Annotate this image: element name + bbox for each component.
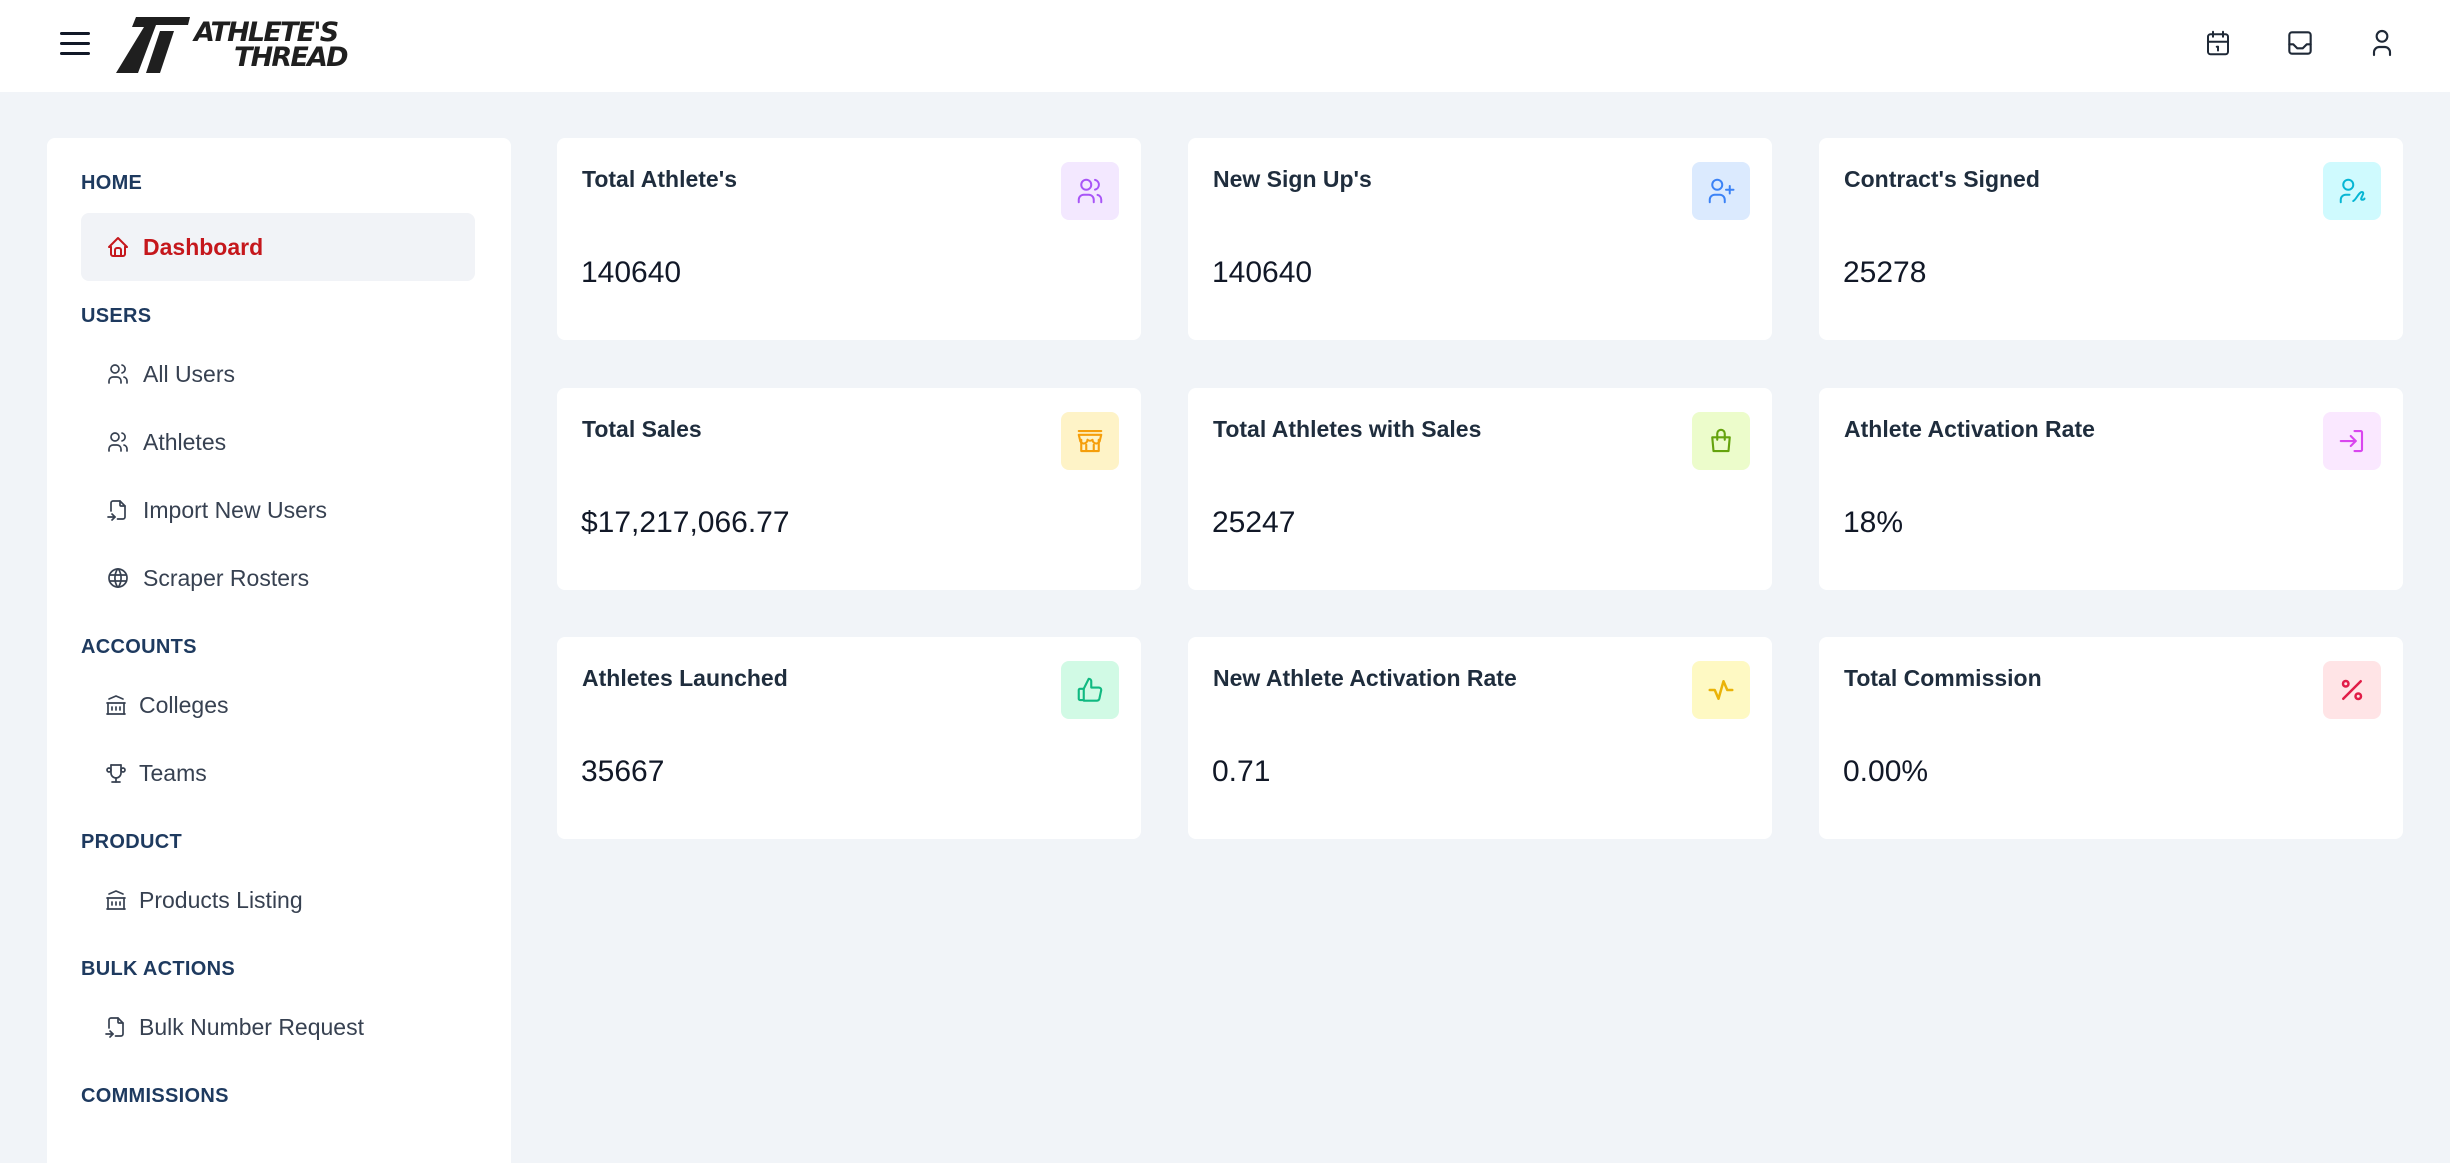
sidebar-item-label: Teams — [139, 759, 207, 786]
user-icon[interactable] — [2364, 25, 2400, 61]
logo-text: ATHLETE'S THREAD — [194, 17, 349, 73]
trophy-icon — [103, 760, 129, 786]
card-title: New Sign Up's — [1213, 166, 1372, 192]
card-title: Total Athlete's — [582, 166, 737, 192]
card-title: Total Commission — [1844, 665, 2042, 691]
card-value: 25278 — [1843, 256, 1927, 289]
card-value: 140640 — [581, 256, 682, 289]
sidebar-item-athletes[interactable]: Athletes — [81, 408, 475, 476]
sidebar: HOME Dashboard USERS All Users Athletes … — [47, 138, 511, 1163]
user-plus-icon — [1692, 162, 1750, 220]
section-title-commissions: COMMISSIONS — [81, 1085, 229, 1107]
top-header: ATHLETE'S THREAD — [0, 0, 2450, 92]
card-title: Total Athletes with Sales — [1213, 416, 1482, 442]
sidebar-item-label: Colleges — [139, 691, 229, 718]
calendar-icon[interactable] — [2200, 25, 2236, 61]
sidebar-item-dashboard[interactable]: Dashboard — [81, 213, 475, 281]
stat-card-total-commission[interactable]: Total Commission 0.00% — [1819, 637, 2403, 839]
section-title-users: USERS — [81, 305, 152, 327]
section-title-home: HOME — [81, 172, 143, 194]
percent-icon — [2323, 661, 2381, 719]
sidebar-item-scraper-rosters[interactable]: Scraper Rosters — [81, 544, 475, 612]
file-import-icon — [103, 1014, 129, 1040]
file-import-icon — [105, 497, 131, 523]
sidebar-item-colleges[interactable]: Colleges — [81, 671, 475, 739]
thumbs-up-icon — [1061, 661, 1119, 719]
card-title: Contract's Signed — [1844, 166, 2040, 192]
sidebar-item-label: Import New Users — [143, 496, 328, 523]
building-bank-icon — [103, 692, 129, 718]
stat-card-total-athletes-with-sales[interactable]: Total Athletes with Sales 25247 — [1188, 388, 1772, 590]
card-value: 0.00% — [1843, 755, 1929, 788]
menu-toggle-icon[interactable] — [58, 30, 92, 58]
stat-card-contracts-signed[interactable]: Contract's Signed 25278 — [1819, 138, 2403, 340]
card-value: 0.71 — [1212, 755, 1271, 788]
stat-card-athletes-launched[interactable]: Athletes Launched 35667 — [557, 637, 1141, 839]
sidebar-item-bulk-number-request[interactable]: Bulk Number Request — [81, 993, 475, 1061]
globe-icon — [105, 565, 131, 591]
stat-card-athlete-activation-rate[interactable]: Athlete Activation Rate 18% — [1819, 388, 2403, 590]
user-signature-icon — [2323, 162, 2381, 220]
users-icon — [105, 429, 131, 455]
logo-mark-icon — [116, 17, 190, 73]
card-title: Athlete Activation Rate — [1844, 416, 2095, 442]
stat-card-total-sales[interactable]: Total Sales $17,217,066.77 — [557, 388, 1141, 590]
card-title: New Athlete Activation Rate — [1213, 665, 1517, 691]
sidebar-item-label: Scraper Rosters — [143, 564, 310, 591]
users-icon — [1061, 162, 1119, 220]
sidebar-item-label: Dashboard — [143, 233, 264, 260]
home-icon — [105, 234, 131, 260]
users-icon — [105, 361, 131, 387]
inbox-icon[interactable] — [2282, 25, 2318, 61]
brand-logo[interactable]: ATHLETE'S THREAD — [116, 16, 349, 74]
sidebar-item-label: Bulk Number Request — [139, 1013, 364, 1040]
sidebar-item-label: Products Listing — [139, 886, 303, 913]
sidebar-item-label: Athletes — [143, 428, 227, 455]
sidebar-item-label: All Users — [143, 360, 236, 387]
section-title-bulk-actions: BULK ACTIONS — [81, 958, 235, 980]
sidebar-item-teams[interactable]: Teams — [81, 739, 475, 807]
shopping-bag-icon — [1692, 412, 1750, 470]
card-title: Total Sales — [582, 416, 702, 442]
card-value: 35667 — [581, 755, 665, 788]
card-value: 140640 — [1212, 256, 1313, 289]
login-arrow-icon — [2323, 412, 2381, 470]
activity-icon — [1692, 661, 1750, 719]
card-title: Athletes Launched — [582, 665, 788, 691]
section-title-product: PRODUCT — [81, 831, 182, 853]
card-value: 25247 — [1212, 506, 1296, 539]
building-bank-icon — [103, 887, 129, 913]
sidebar-item-products-listing[interactable]: Products Listing — [81, 866, 475, 934]
stat-card-new-sign-ups[interactable]: New Sign Up's 140640 — [1188, 138, 1772, 340]
stat-card-total-athletes[interactable]: Total Athlete's 140640 — [557, 138, 1141, 340]
card-value: 18% — [1843, 506, 1904, 539]
storefront-icon — [1061, 412, 1119, 470]
sidebar-item-all-users[interactable]: All Users — [81, 340, 475, 408]
stat-card-new-athlete-activation-rate[interactable]: New Athlete Activation Rate 0.71 — [1188, 637, 1772, 839]
section-title-accounts: ACCOUNTS — [81, 636, 197, 658]
sidebar-item-import-new-users[interactable]: Import New Users — [81, 476, 475, 544]
card-value: $17,217,066.77 — [581, 506, 790, 539]
